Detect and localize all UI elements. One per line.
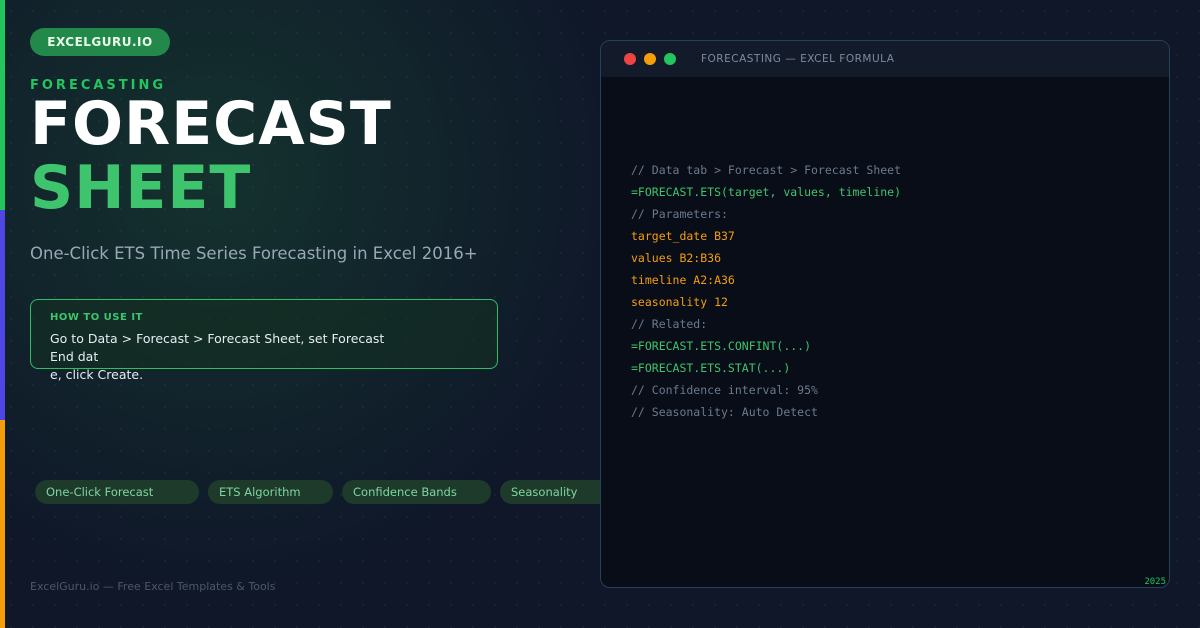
code-block: // Data tab > Forecast > Forecast Sheet …: [631, 159, 901, 423]
window-titlebar: FORECASTING — EXCEL FORMULA: [601, 41, 1169, 77]
footer-text: ExcelGuru.io — Free Excel Templates & To…: [30, 580, 276, 593]
formula-window: FORECASTING — EXCEL FORMULA // Data tab …: [600, 40, 1170, 588]
tag-confidence-bands: Confidence Bands: [342, 480, 491, 504]
code-line: // Related:: [631, 317, 708, 331]
tag-ets-algorithm: ETS Algorithm: [208, 480, 333, 504]
code-line: // Data tab > Forecast > Forecast Sheet: [631, 163, 902, 177]
window-title: FORECASTING — EXCEL FORMULA: [701, 53, 895, 65]
accent-bar-green: [0, 0, 5, 210]
how-to-use-card: HOW TO USE IT Go to Data > Forecast > Fo…: [30, 299, 498, 382]
page-title-line-2: SHEET: [30, 153, 252, 223]
code-line: // Parameters:: [631, 207, 728, 221]
accent-bar-indigo: [0, 210, 5, 420]
close-dot-icon: [624, 53, 636, 65]
code-line: =FORECAST.ETS(target, values, timeline): [631, 185, 902, 199]
tag-seasonality: Seasonality: [500, 480, 615, 504]
corner-mark: 2025: [1144, 577, 1166, 587]
code-line: values B2:B36: [631, 251, 722, 265]
page-title-line-1: FORECAST: [30, 89, 392, 159]
tag-one-click-forecast: One-Click Forecast: [35, 480, 199, 504]
accent-bar-amber: [0, 420, 5, 628]
how-to-use-text: Go to Data > Forecast > Forecast Sheet, …: [50, 331, 385, 382]
code-line: target_date B37: [631, 229, 735, 243]
brand-badge: EXCELGURU.IO: [30, 28, 170, 56]
page-subtitle: One-Click ETS Time Series Forecasting in…: [30, 244, 478, 263]
minimize-dot-icon: [644, 53, 656, 65]
how-to-use-label: HOW TO USE IT: [50, 312, 143, 323]
code-line: =FORECAST.ETS.STAT(...): [631, 361, 791, 375]
code-line: timeline A2:A36: [631, 273, 735, 287]
maximize-dot-icon: [664, 53, 676, 65]
code-line: =FORECAST.ETS.CONFINT(...): [631, 339, 812, 353]
code-line: seasonality 12: [631, 295, 728, 309]
code-line: // Confidence interval: 95%: [631, 383, 818, 397]
code-line: // Seasonality: Auto Detect: [631, 405, 818, 419]
